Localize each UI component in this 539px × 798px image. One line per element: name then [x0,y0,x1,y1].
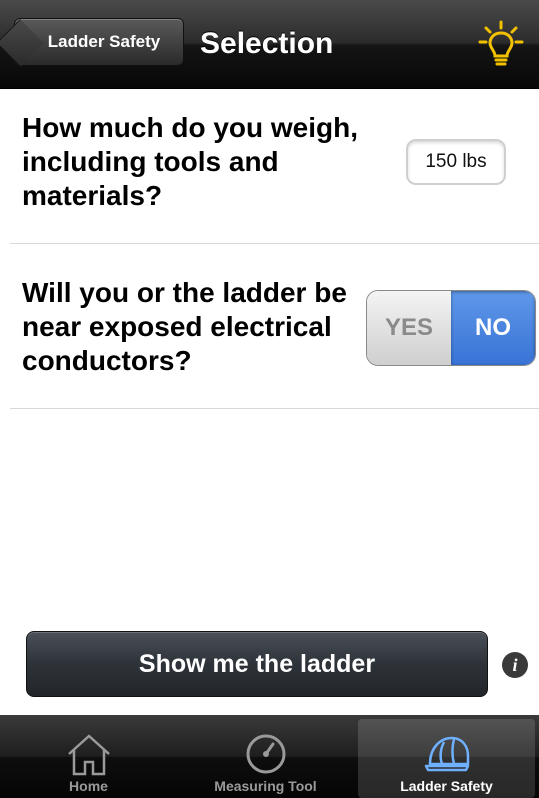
info-icon[interactable]: i [500,650,530,680]
tab-home[interactable]: Home [0,715,177,798]
svg-text:i: i [512,655,517,675]
electrical-question: Will you or the ladder be near exposed e… [22,277,347,376]
weight-question: How much do you weigh, including tools a… [22,112,358,211]
lightbulb-icon[interactable] [478,20,524,68]
electrical-row: Will you or the ladder be near exposed e… [10,244,539,409]
show-ladder-button[interactable]: Show me the ladder [26,631,488,697]
navigation-bar: Ladder Safety Selection [0,0,539,89]
home-icon [67,734,110,776]
hard-hat-icon [424,736,469,772]
toggle-yes-option[interactable]: YES [367,291,451,365]
weight-input[interactable]: 150 lbs [406,139,506,185]
tab-measuring-tool-label: Measuring Tool [214,778,317,794]
tab-ladder-safety[interactable]: Ladder Safety [358,719,535,798]
weight-row: How much do you weigh, including tools a… [10,89,539,244]
gauge-icon [246,734,285,774]
selection-form: How much do you weigh, including tools a… [10,89,539,715]
toggle-no-option[interactable]: NO [451,291,535,365]
tab-bar: Home Measuring Tool Ladder Safety [0,715,539,798]
tab-measuring-tool[interactable]: Measuring Tool [177,715,354,798]
yes-no-toggle[interactable]: YES NO [366,290,536,366]
tab-ladder-safety-label: Ladder Safety [400,778,493,794]
tab-home-label: Home [69,778,108,794]
page-title: Selection [200,27,334,60]
back-button-label: Ladder Safety [47,32,161,51]
back-button[interactable]: Ladder Safety [14,18,184,66]
